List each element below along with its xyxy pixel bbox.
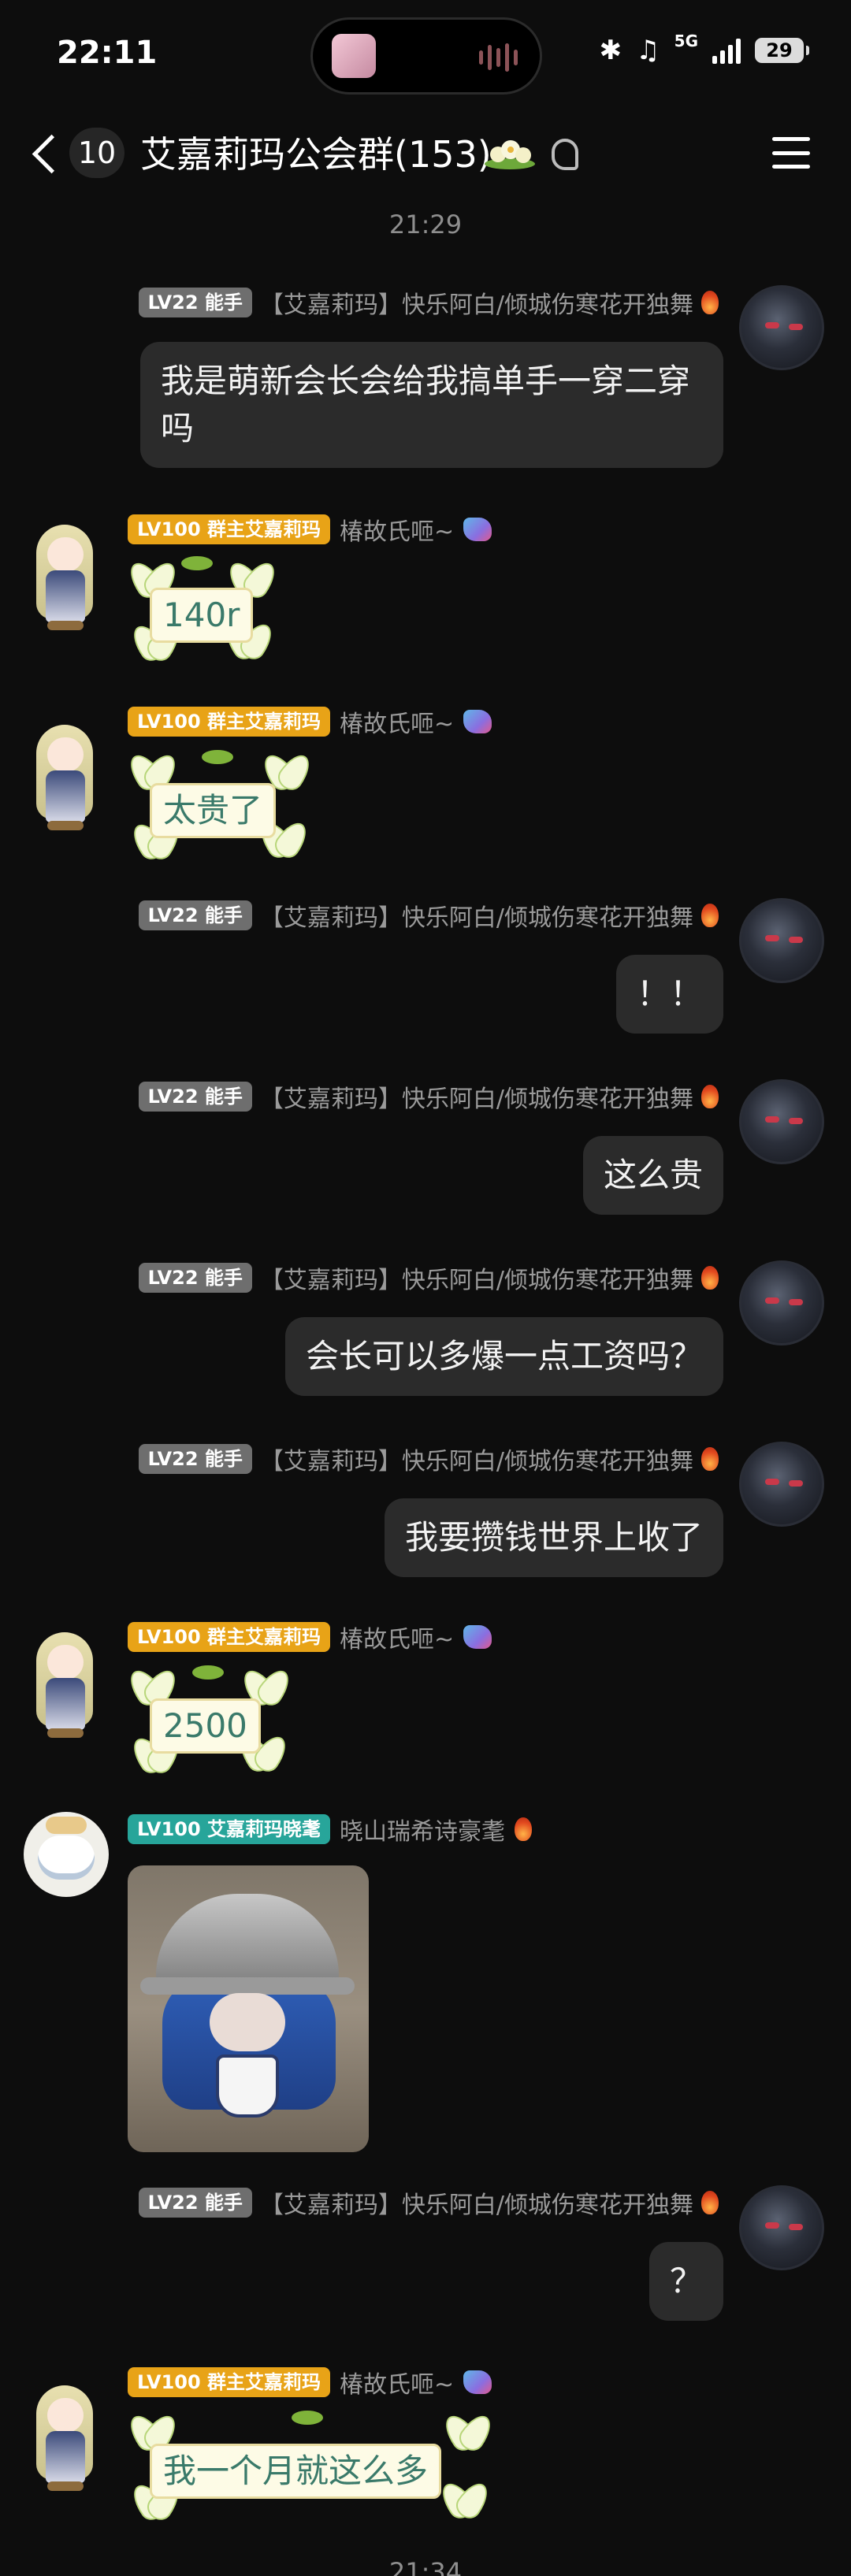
- fire-icon: [701, 1085, 719, 1108]
- timestamp: 21:29: [388, 210, 463, 239]
- dragon-icon: [463, 2370, 492, 2394]
- status-icons: ✱ ♫ 5G 29: [599, 32, 809, 66]
- sender-meta: LV22 能手 【艾嘉莉玛】快乐阿白/倾城伤寒花开独舞: [138, 285, 719, 320]
- bluetooth-icon: ✱: [599, 35, 622, 66]
- audio-wave-icon: [479, 42, 518, 73]
- level-badge: LV22 能手: [138, 1444, 252, 1474]
- sender-meta: LV100 艾嘉莉玛晓耄 晓山瑞希诗豪耄: [128, 1812, 533, 1847]
- avatar[interactable]: [739, 285, 824, 370]
- sticker-message[interactable]: 2500: [126, 1664, 292, 1782]
- avatar[interactable]: [24, 1812, 109, 1897]
- level-badge: LV22 能手: [138, 1263, 252, 1293]
- chat-title-bar: 10 艾嘉莉玛公会群(153): [0, 118, 851, 189]
- sticker-message[interactable]: 太贵了: [126, 748, 315, 867]
- sticker-text: 我一个月就这么多: [150, 2444, 442, 2499]
- sender-name[interactable]: 椿故氏咂~: [340, 1620, 454, 1654]
- message-bubble[interactable]: 这么贵: [582, 1136, 723, 1215]
- sticker-text: 太贵了: [150, 783, 277, 838]
- level-badge: LV100 群主艾嘉莉玛: [128, 2367, 331, 2397]
- sender-name[interactable]: 椿故氏咂~: [340, 2365, 454, 2400]
- sender-name[interactable]: 【艾嘉莉玛】快乐阿白/倾城伤寒花开独舞: [260, 1079, 693, 1114]
- menu-icon[interactable]: [772, 137, 810, 169]
- level-badge: LV100 群主艾嘉莉玛: [128, 1622, 331, 1652]
- sticker-message[interactable]: 140r: [126, 556, 276, 666]
- sender-meta: LV22 能手 【艾嘉莉玛】快乐阿白/倾城伤寒花开独舞: [138, 1079, 719, 1114]
- signal-icon: [712, 37, 741, 64]
- level-badge: LV100 群主艾嘉莉玛: [128, 707, 331, 737]
- sender-meta: LV22 能手 【艾嘉莉玛】快乐阿白/倾城伤寒花开独舞: [138, 2185, 719, 2220]
- avatar[interactable]: [739, 2185, 824, 2270]
- earbuds-icon: ♫: [636, 35, 660, 66]
- sender-meta: LV22 能手 【艾嘉莉玛】快乐阿白/倾城伤寒花开独舞: [138, 1442, 719, 1476]
- avatar[interactable]: [20, 2381, 106, 2491]
- flower-icon: [485, 140, 535, 169]
- sender-meta: LV100 群主艾嘉莉玛 椿故氏咂~: [128, 512, 492, 547]
- sender-name[interactable]: 【艾嘉莉玛】快乐阿白/倾城伤寒花开独舞: [260, 285, 693, 320]
- sender-name[interactable]: 【艾嘉莉玛】快乐阿白/倾城伤寒花开独舞: [260, 898, 693, 933]
- sender-meta: LV22 能手 【艾嘉莉玛】快乐阿白/倾城伤寒花开独舞: [138, 898, 719, 933]
- level-badge: LV22 能手: [138, 900, 252, 930]
- sender-name[interactable]: 晓山瑞希诗豪耄: [340, 1812, 505, 1847]
- status-time: 22:11: [57, 35, 158, 71]
- message-bubble[interactable]: 我是萌新会长会给我搞单手一穿二穿吗: [140, 342, 723, 468]
- sender-meta: LV100 群主艾嘉莉玛 椿故氏咂~: [128, 2365, 492, 2400]
- group-title[interactable]: 艾嘉莉玛公会群(153): [140, 126, 492, 178]
- network-label: 5G: [674, 32, 698, 50]
- dynamic-island[interactable]: [310, 17, 542, 95]
- fire-icon: [701, 1266, 719, 1290]
- unread-count-badge[interactable]: 10: [69, 128, 124, 178]
- hearing-mode-icon[interactable]: [552, 139, 578, 170]
- fire-icon: [701, 904, 719, 927]
- message-bubble[interactable]: 会长可以多爆一点工资吗？: [284, 1317, 723, 1396]
- level-badge: LV22 能手: [138, 1082, 252, 1112]
- fire-icon: [701, 2191, 719, 2214]
- avatar[interactable]: [20, 720, 106, 830]
- level-badge: LV100 群主艾嘉莉玛: [128, 514, 331, 544]
- fire-icon: [701, 1447, 719, 1471]
- sender-name[interactable]: 椿故氏咂~: [340, 704, 454, 739]
- fire-icon: [515, 1817, 533, 1841]
- sticker-text: 140r: [150, 588, 254, 643]
- avatar[interactable]: [739, 1442, 824, 1527]
- avatar[interactable]: [739, 1260, 824, 1346]
- sticker-message[interactable]: 我一个月就这么多: [126, 2409, 496, 2527]
- avatar[interactable]: [20, 520, 106, 630]
- sender-meta: LV100 群主艾嘉莉玛 椿故氏咂~: [128, 704, 492, 739]
- sender-name[interactable]: 【艾嘉莉玛】快乐阿白/倾城伤寒花开独舞: [260, 1260, 693, 1295]
- message-bubble[interactable]: 我要攒钱世界上收了: [384, 1498, 723, 1577]
- sender-name[interactable]: 椿故氏咂~: [340, 512, 454, 547]
- message-bubble[interactable]: ？: [648, 2242, 723, 2321]
- level-badge: LV22 能手: [138, 288, 252, 317]
- dragon-icon: [463, 710, 492, 733]
- back-arrow-icon[interactable]: [28, 129, 68, 176]
- level-badge: LV100 艾嘉莉玛晓耄: [128, 1814, 331, 1844]
- timestamp: 21:34: [388, 2557, 463, 2576]
- message-bubble[interactable]: ！！: [615, 955, 723, 1034]
- level-badge: LV22 能手: [138, 2188, 252, 2218]
- status-bar: 22:11 ✱ ♫ 5G 29: [0, 0, 851, 110]
- media-thumbnail: [332, 34, 376, 78]
- dragon-icon: [463, 518, 492, 541]
- avatar[interactable]: [739, 898, 824, 983]
- sender-meta: LV22 能手 【艾嘉莉玛】快乐阿白/倾城伤寒花开独舞: [138, 1260, 719, 1295]
- sticker-text: 2500: [150, 1698, 261, 1754]
- sender-name[interactable]: 【艾嘉莉玛】快乐阿白/倾城伤寒花开独舞: [260, 1442, 693, 1476]
- sender-meta: LV100 群主艾嘉莉玛 椿故氏咂~: [128, 1620, 492, 1654]
- image-message[interactable]: [128, 1865, 369, 2152]
- avatar[interactable]: [739, 1079, 824, 1164]
- avatar[interactable]: [20, 1628, 106, 1738]
- dragon-icon: [463, 1625, 492, 1649]
- sender-name[interactable]: 【艾嘉莉玛】快乐阿白/倾城伤寒花开独舞: [260, 2185, 693, 2220]
- fire-icon: [701, 291, 719, 314]
- battery-icon: 29: [755, 38, 809, 63]
